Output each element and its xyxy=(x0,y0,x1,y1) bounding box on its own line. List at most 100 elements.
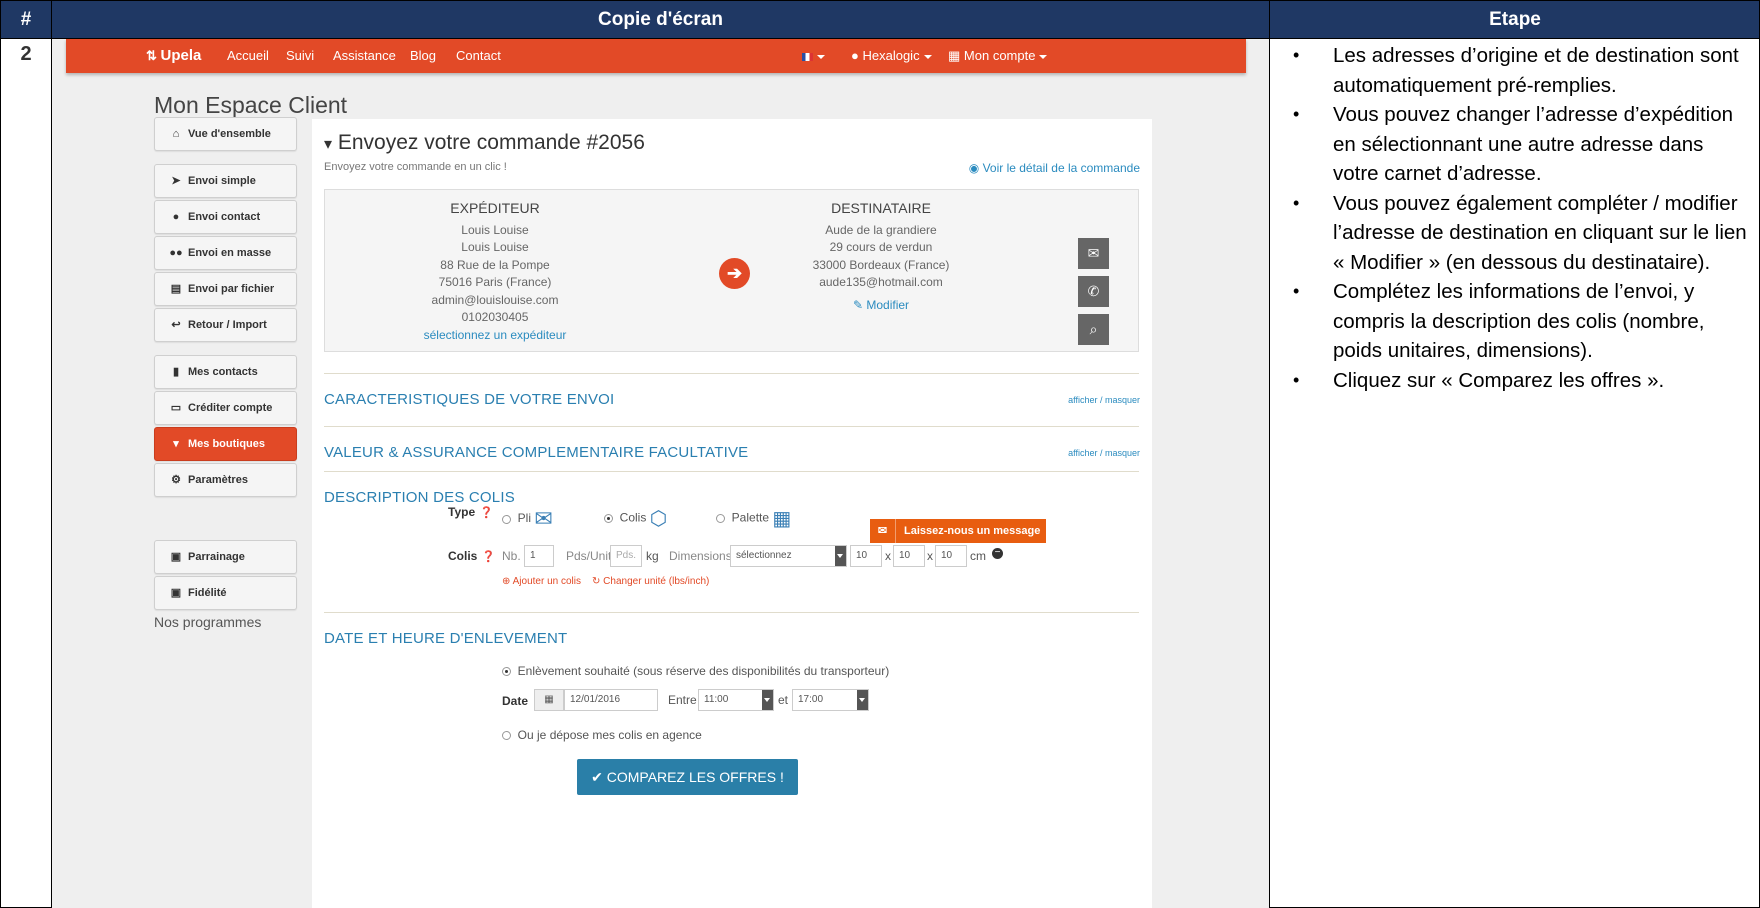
sidebar-item-contact[interactable]: ● Envoi contact xyxy=(154,200,297,234)
grid-icon: ▦ xyxy=(948,48,961,63)
help-icon: ❓ xyxy=(481,551,496,563)
sender-line: admin@louislouise.com xyxy=(431,292,559,307)
time-to-select[interactable]: 17:00 xyxy=(792,689,869,711)
type-option-palette[interactable]: Palette ▦ xyxy=(716,506,791,531)
mail-icon[interactable]: ✉ xyxy=(1078,238,1109,269)
cart-icon: ▾ xyxy=(324,136,333,153)
width-input[interactable]: 10 xyxy=(893,545,925,567)
sidebar-item-loyalty[interactable]: ▣ Fidélité xyxy=(154,576,297,610)
modify-recipient-link[interactable]: ✎ Modifier xyxy=(751,297,1011,315)
user-menu[interactable]: ● Hexalogic xyxy=(851,39,932,72)
sidebar-item-referral[interactable]: ▣ Parrainage xyxy=(154,540,297,574)
insurance-toggle[interactable]: afficher / masquer xyxy=(1068,448,1140,458)
calendar-icon[interactable]: ▦ xyxy=(534,689,564,711)
recipient-title: DESTINATAIRE xyxy=(831,200,931,216)
step-item: Les adresses d’origine et de destination… xyxy=(1271,41,1751,100)
check-icon: ✔ xyxy=(591,769,603,785)
sidebar-item-bulk[interactable]: ●● Envoi en masse xyxy=(154,236,297,270)
nav-suivi[interactable]: Suivi xyxy=(286,39,314,72)
gift-icon: ▣ xyxy=(170,587,182,599)
sidebar-item-settings[interactable]: ⚙ Paramètres xyxy=(154,463,297,497)
user-icon: ● xyxy=(172,211,180,223)
order-detail-link[interactable]: ◉ Voir le détail de la commande xyxy=(969,161,1140,175)
time-from-select[interactable]: 11:00 xyxy=(698,689,774,711)
nav-contact[interactable]: Contact xyxy=(456,39,501,72)
add-parcel-link[interactable]: ⊕ Ajouter un colis xyxy=(502,576,581,587)
pickup-section-title: DATE ET HEURE D'ENLEVEMENT xyxy=(324,630,568,647)
recipient-line: 33000 Bordeaux (France) xyxy=(812,257,950,272)
screenshot: ⇅ Upela Accueil Suivi Assistance Blog Co… xyxy=(52,39,1269,908)
dimensions-select[interactable]: sélectionnez xyxy=(730,545,847,567)
dimensions-label: Dimensions xyxy=(669,549,732,563)
order-panel: ▾ Envoyez votre commande #2056 Envoyez v… xyxy=(312,119,1152,908)
quantity-input[interactable]: 1 xyxy=(524,545,554,567)
sender-line: 75016 Paris (France) xyxy=(438,275,552,289)
help-icon: ❓ xyxy=(479,507,494,519)
between-label: Entre xyxy=(668,693,697,707)
and-label: et xyxy=(778,693,789,707)
sidebar-item-simple[interactable]: ➤ Envoi simple xyxy=(154,164,297,198)
credit-card-icon: ▭ xyxy=(170,402,182,414)
gears-icon: ⚙ xyxy=(171,474,181,486)
pencil-icon: ✎ xyxy=(852,297,864,312)
date-input[interactable]: 12/01/2016 xyxy=(564,689,658,711)
step-item: Vous pouvez changer l’adresse d’expéditi… xyxy=(1271,100,1751,189)
pickup-option-agency[interactable]: Ou je dépose mes colis en agence xyxy=(502,728,702,742)
sidebar-item-shops[interactable]: ▾ Mes boutiques xyxy=(154,427,297,461)
leave-message-tab[interactable]: ✉ Laissez-nous un message xyxy=(870,519,1046,543)
nav-assistance[interactable]: Assistance xyxy=(333,39,396,72)
search-icon[interactable]: ⌕ xyxy=(1078,314,1109,345)
language-flag-icon[interactable] xyxy=(802,39,825,72)
dim-separator: x xyxy=(927,549,933,563)
gift-icon: ▣ xyxy=(170,551,182,563)
weight-label: Pds/Unit xyxy=(566,549,612,563)
col-num-header: # xyxy=(20,9,32,30)
sender-line: 0102030405 xyxy=(461,310,529,324)
phone-icon[interactable]: ✆ xyxy=(1078,276,1109,307)
change-unit-link[interactable]: ↻ Changer unité (lbs/inch) xyxy=(592,576,709,587)
remove-parcel-icon[interactable]: − xyxy=(992,548,1003,559)
weight-input[interactable]: Pds. xyxy=(610,545,642,567)
sidebar-item-credit[interactable]: ▭ Créditer compte xyxy=(154,391,297,425)
characteristics-section-title[interactable]: CARACTERISTIQUES DE VOTRE ENVOI xyxy=(324,391,614,408)
type-option-colis[interactable]: Colis ⬡ xyxy=(604,506,667,531)
reply-icon: ↩ xyxy=(171,319,181,331)
dim-separator: x xyxy=(885,549,891,563)
sidebar-item-overview[interactable]: ⌂ Vue d'ensemble xyxy=(154,117,297,151)
eye-icon: ◉ xyxy=(968,161,980,175)
arrow-right-icon: ➔ xyxy=(719,258,750,289)
compare-offers-button[interactable]: ✔ COMPAREZ LES OFFRES ! xyxy=(577,759,798,795)
select-sender-link[interactable]: sélectionnez un expéditeur xyxy=(365,327,625,345)
sidebar-item-contacts[interactable]: ▮ Mes contacts xyxy=(154,355,297,389)
home-icon: ⌂ xyxy=(172,128,180,140)
col-step-header: Etape xyxy=(1489,9,1541,30)
recipient-block: DESTINATAIRE Aude de la grandiere 29 cou… xyxy=(751,200,1011,314)
recipient-line: aude135@hotmail.com xyxy=(819,275,943,289)
insurance-section-title[interactable]: VALEUR & ASSURANCE COMPLEMENTAIRE FACULT… xyxy=(324,444,748,461)
sidebar-item-file[interactable]: ▤ Envoi par fichier xyxy=(154,272,297,306)
account-menu[interactable]: ▦ Mon compte xyxy=(948,39,1048,72)
sidebar-item-return[interactable]: ↩ Retour / Import xyxy=(154,308,297,342)
plus-circle-icon: ⊕ xyxy=(502,576,511,587)
recipient-line: Aude de la grandiere xyxy=(825,222,937,237)
step-list: Les adresses d’origine et de destination… xyxy=(1271,41,1751,395)
weight-unit: kg xyxy=(646,549,659,563)
page-title: Mon Espace Client xyxy=(154,92,348,118)
pickup-option-requested[interactable]: Enlèvement souhaité (sous réserve des di… xyxy=(502,664,889,678)
nb-label: Nb. xyxy=(502,549,521,563)
sender-line: 88 Rue de la Pompe xyxy=(440,257,550,272)
file-icon: ▤ xyxy=(170,283,182,295)
height-input[interactable]: 10 xyxy=(935,545,967,567)
cart-icon: ▾ xyxy=(173,438,179,450)
characteristics-toggle[interactable]: afficher / masquer xyxy=(1068,395,1140,405)
users-icon: ●● xyxy=(169,247,183,259)
nav-blog[interactable]: Blog xyxy=(410,39,436,72)
nav-accueil[interactable]: Accueil xyxy=(227,39,269,72)
sender-title: EXPÉDITEUR xyxy=(450,200,540,216)
length-input[interactable]: 10 xyxy=(850,545,882,567)
table-header: # Copie d'écran Etape xyxy=(1,1,1759,38)
logo[interactable]: ⇅ Upela xyxy=(146,39,201,72)
row-number: 2 xyxy=(20,43,32,65)
type-option-pli[interactable]: Pli ✉ xyxy=(502,506,553,532)
date-label: Date xyxy=(502,694,529,708)
